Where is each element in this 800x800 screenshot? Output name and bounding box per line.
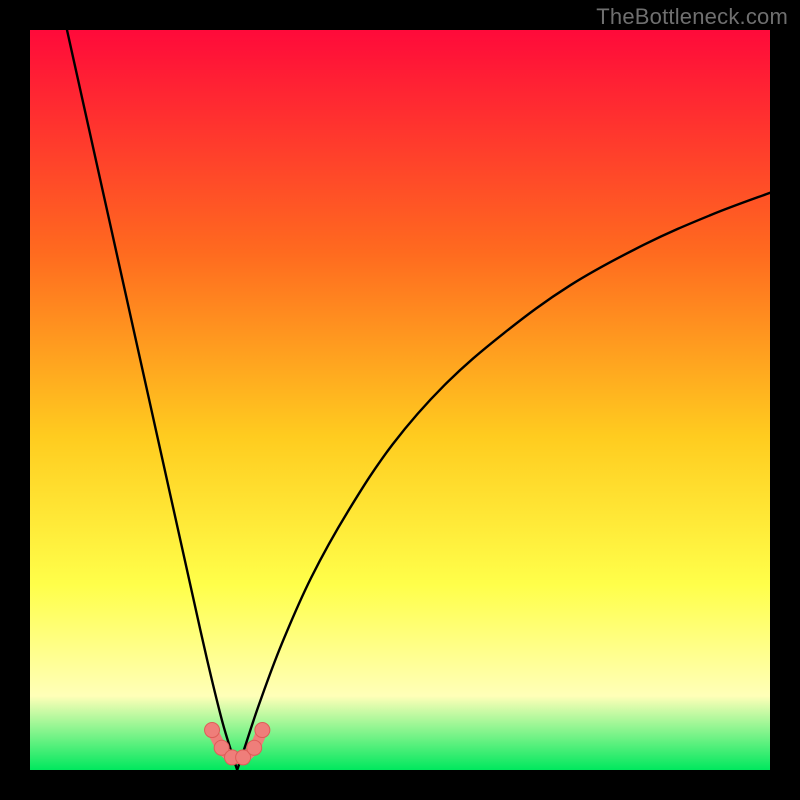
watermark-text: TheBottleneck.com (596, 4, 788, 30)
chart-svg (30, 30, 770, 770)
gradient-background (30, 30, 770, 770)
chart-stage: TheBottleneck.com (0, 0, 800, 800)
notch-marker-dot (205, 723, 220, 738)
plot-area (30, 30, 770, 770)
notch-marker-dot (255, 723, 270, 738)
notch-marker-dot (247, 740, 262, 755)
